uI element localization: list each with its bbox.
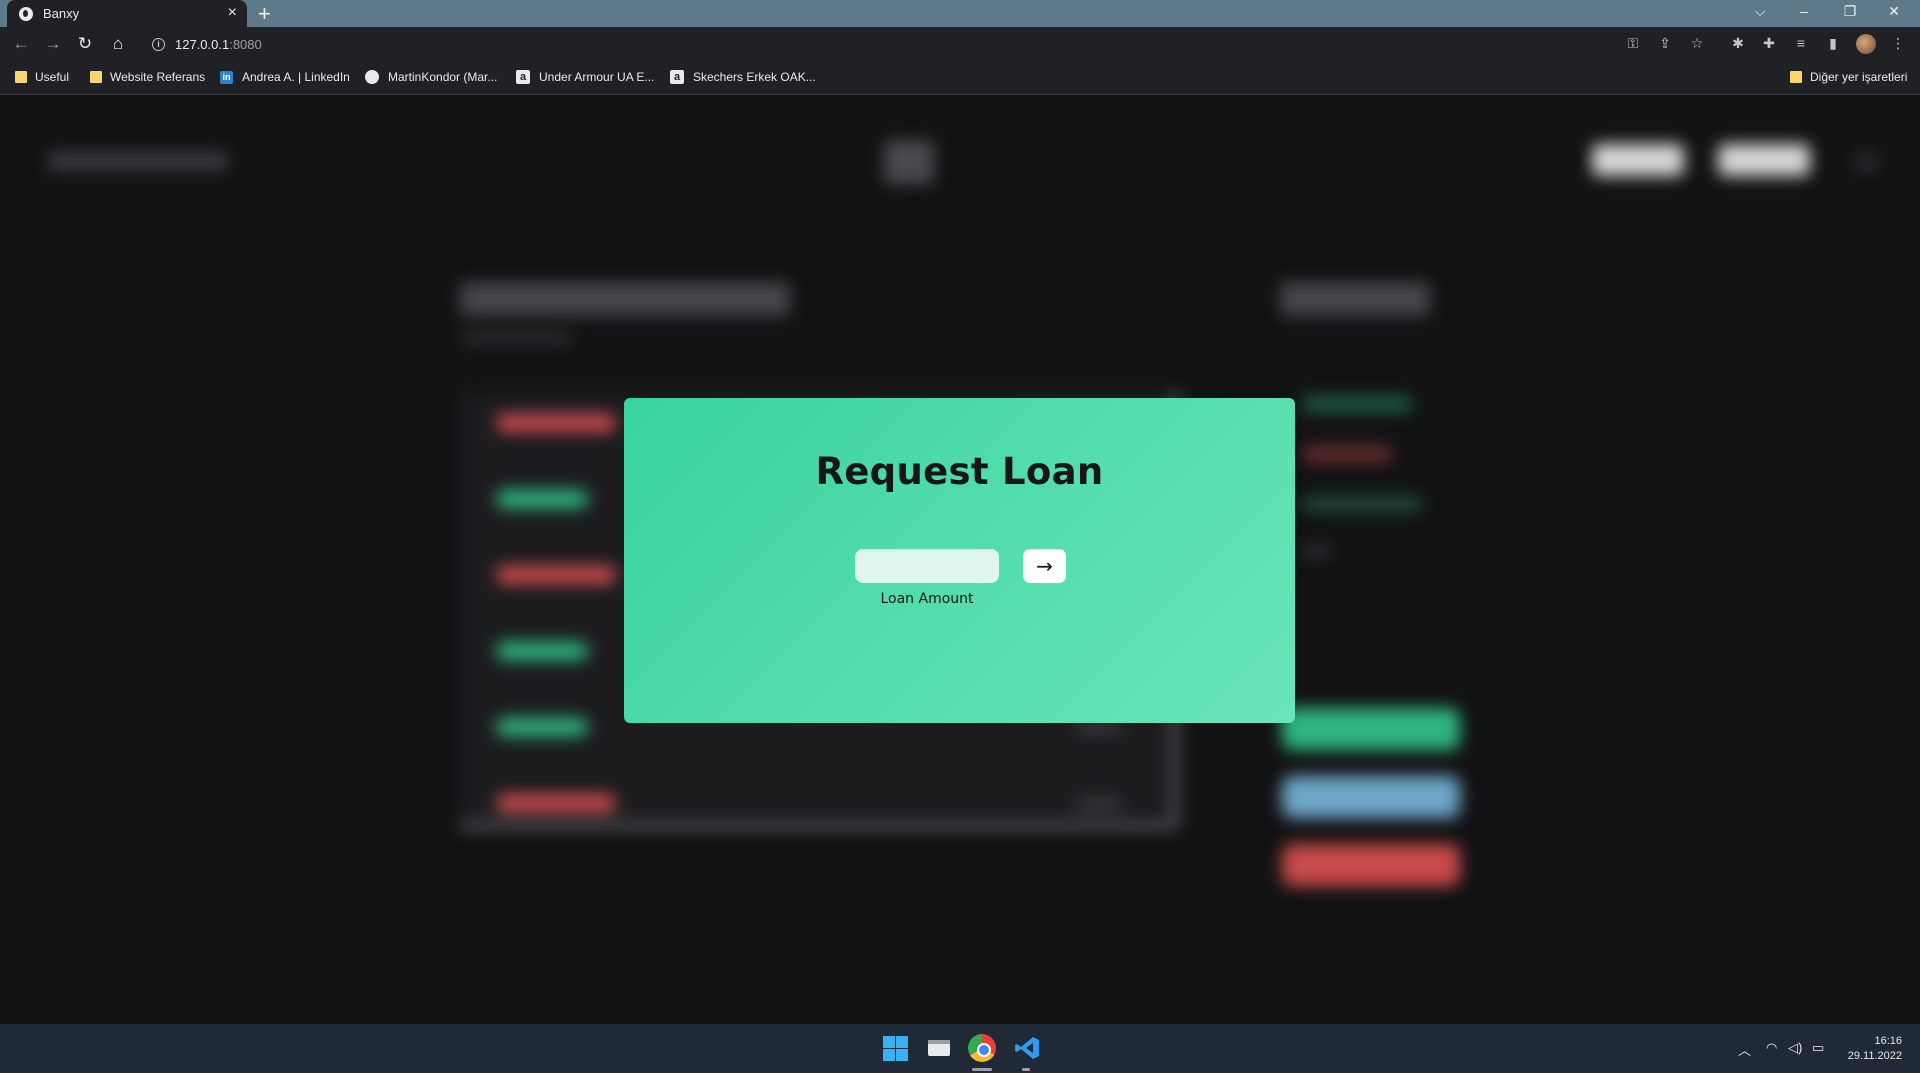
volume-icon[interactable]: ◁) (1788, 1040, 1802, 1056)
windows-start-icon[interactable] (881, 1034, 909, 1062)
loan-amount-label: Loan Amount (880, 591, 974, 607)
bookmarks-bar: Useful Website Referans in Andrea A. | L… (0, 62, 1920, 95)
battery-icon[interactable]: ▭ (1812, 1040, 1824, 1056)
folder-icon (90, 71, 102, 83)
bookmark-label: Skechers Erkek OAK... (693, 70, 816, 84)
blurred-withdrawal-row (496, 794, 616, 812)
key-icon[interactable]: ⚿ (1623, 35, 1643, 52)
home-button[interactable]: ⌂ (107, 34, 129, 54)
blurred-deposit-row (496, 718, 588, 736)
blurred-summary-in (1302, 396, 1412, 412)
blurred-balance-title (460, 282, 790, 316)
blurred-loan-action (1282, 708, 1460, 750)
chrome-active-indicator (972, 1068, 992, 1071)
blurred-balance-date (462, 332, 572, 344)
page-viewport: Request Loan → Loan Amount (0, 96, 1920, 1024)
folder-icon (15, 71, 27, 83)
wifi-icon[interactable]: ◠ (1766, 1040, 1777, 1056)
url-port: :8080 (229, 37, 262, 52)
window-close-button[interactable]: ✕ (1874, 0, 1914, 27)
taskbar-clock[interactable]: 16:16 29.11.2022 (1838, 1034, 1902, 1064)
blurred-withdrawal-row (496, 414, 616, 432)
vscode-running-indicator (1022, 1068, 1030, 1071)
restore-button[interactable]: ❐ (1830, 0, 1870, 27)
forward-button[interactable]: → (42, 34, 64, 54)
blurred-deposit-row (496, 490, 588, 508)
other-bookmarks-label: Diğer yer işaretleri (1810, 70, 1908, 84)
puzzle-icon[interactable]: ✚ (1759, 35, 1779, 52)
blurred-close-action (1282, 844, 1460, 886)
os-taskbar: ︿ ◠ ◁) ▭ 16:16 29.11.2022 (0, 1024, 1920, 1073)
browser-tab-active[interactable]: Banxy × (7, 0, 247, 27)
bookmark-label: Useful (35, 70, 70, 84)
blurred-nav-icon (1854, 152, 1878, 172)
modal-title: Request Loan (815, 450, 1104, 493)
share-icon[interactable]: ⇪ (1655, 35, 1675, 52)
blurred-row-value (1076, 798, 1122, 810)
chrome-icon[interactable] (968, 1034, 996, 1062)
blurred-summary-out (1302, 446, 1392, 462)
bookmark-under-armour[interactable]: a Under Armour UA E... (516, 70, 654, 84)
folder-icon (1790, 71, 1802, 83)
clock-time: 16:16 (1874, 1035, 1902, 1047)
site-info-icon[interactable]: i (152, 38, 165, 51)
minimize-button[interactable]: – (1784, 0, 1824, 27)
bookmark-github[interactable]: MartinKondor (Mar... (365, 70, 497, 84)
linkedin-icon: in (220, 70, 233, 84)
blurred-summary-sort (1302, 544, 1332, 558)
request-loan-modal: Request Loan → Loan Amount (624, 398, 1295, 723)
tab-close-icon[interactable]: × (228, 4, 237, 22)
address-bar[interactable]: i 127.0.0.1:8080 (140, 31, 1700, 58)
tab-strip: Banxy × + ⌵ – ❐ ✕ (0, 0, 1920, 27)
tab-title: Banxy (43, 6, 80, 21)
amazon-icon: a (670, 70, 684, 84)
blurred-logo (884, 140, 934, 184)
media-icon[interactable]: ≡ (1791, 35, 1811, 51)
blurred-deposit-row (496, 642, 588, 660)
bookmark-linkedin[interactable]: in Andrea A. | LinkedIn (220, 70, 350, 84)
amazon-icon: a (516, 70, 530, 84)
loan-amount-input[interactable] (855, 549, 999, 583)
sidepanel-icon[interactable]: ▮ (1823, 35, 1843, 52)
blurred-greeting (48, 151, 228, 171)
file-explorer-icon[interactable] (925, 1034, 953, 1062)
bookmark-label: Website Referans (110, 70, 206, 84)
blurred-transfer-action (1282, 776, 1460, 818)
other-bookmarks[interactable]: Diğer yer işaretleri (1790, 70, 1907, 84)
bookmark-skechers[interactable]: a Skechers Erkek OAK... (670, 70, 816, 84)
blurred-summary-interest (1302, 496, 1422, 512)
blurred-balance-amount (1280, 282, 1430, 316)
blurred-nav-button (1718, 144, 1810, 176)
url-host: 127.0.0.1 (175, 37, 230, 52)
blurred-withdrawal-row (496, 566, 616, 584)
tab-search-icon[interactable]: ⌵ (1740, 0, 1780, 27)
extension-gear-icon[interactable]: ✱ (1728, 35, 1748, 52)
bookmark-label: Andrea A. | LinkedIn (242, 70, 350, 84)
star-icon[interactable]: ☆ (1687, 35, 1707, 52)
tray-overflow-icon[interactable]: ︿ (1738, 1040, 1751, 1059)
bookmark-label: MartinKondor (Mar... (388, 70, 498, 84)
github-icon (365, 70, 379, 84)
vscode-icon[interactable] (1013, 1034, 1041, 1062)
menu-icon[interactable]: ⋮ (1888, 35, 1908, 52)
browser-toolbar: ← → ↻ ⌂ i 127.0.0.1:8080 ⚿ ⇪ ☆ ✱ ✚ ≡ ▮ ⋮ (0, 27, 1920, 62)
clock-date: 29.11.2022 (1847, 1050, 1902, 1062)
bookmark-useful[interactable]: Useful (15, 70, 69, 84)
bookmark-label: Under Armour UA E... (539, 70, 655, 84)
new-tab-button[interactable]: + (258, 0, 271, 27)
request-loan-submit-button[interactable]: → (1023, 549, 1066, 583)
blurred-row-value (1076, 722, 1122, 734)
reload-button[interactable]: ↻ (74, 34, 96, 54)
avatar[interactable] (1856, 34, 1876, 54)
blurred-nav-button (1592, 144, 1684, 176)
site-favicon-icon (19, 6, 33, 21)
bookmark-website-referans[interactable]: Website Referans (90, 70, 205, 84)
back-button[interactable]: ← (10, 34, 32, 54)
